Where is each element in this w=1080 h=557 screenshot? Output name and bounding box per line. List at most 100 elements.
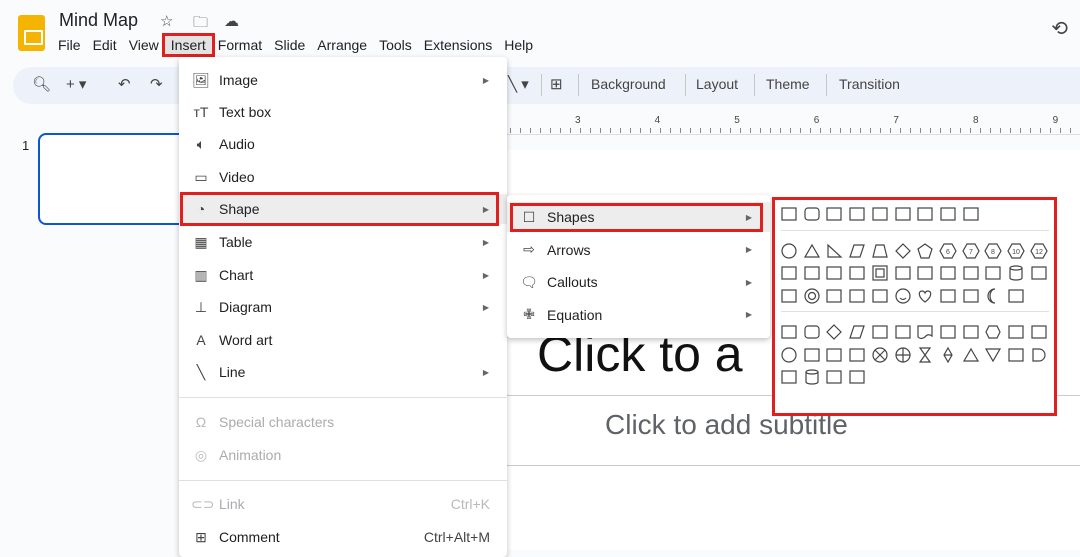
shape-triangle-icon[interactable] — [803, 242, 821, 260]
submenu-callouts[interactable]: 🗨︎ Callouts ▶ — [507, 267, 770, 297]
shape-foldedcorner-icon[interactable] — [871, 287, 889, 305]
document-title[interactable]: Mind Map — [59, 10, 138, 31]
menu-insert[interactable]: Insert — [161, 33, 215, 57]
shape-sumjunction-icon[interactable] — [871, 346, 889, 364]
undo-icon[interactable]: ↶ — [118, 75, 131, 93]
insert-menu-word-art[interactable]: A Word art — [179, 325, 507, 355]
shape-donut-icon[interactable] — [803, 287, 821, 305]
shape-triangle-icon[interactable] — [962, 346, 980, 364]
shape-multidoc-icon[interactable] — [939, 323, 957, 341]
shape-offpage-icon[interactable] — [803, 346, 821, 364]
insert-menu-diagram[interactable]: ⊥ Diagram ▶ — [179, 292, 507, 322]
search-icon[interactable]: 🔍︎ — [32, 75, 51, 93]
shape-cube-icon[interactable] — [1030, 264, 1048, 282]
submenu-equation[interactable]: ✙ Equation ▶ — [507, 300, 770, 330]
shape-hep7-icon[interactable]: 7 — [961, 242, 980, 260]
shape-invtriangle-icon[interactable] — [984, 346, 1002, 364]
shape-storeddata-icon[interactable] — [1007, 346, 1025, 364]
shape-ellipse-icon[interactable] — [780, 242, 798, 260]
insert-menu-audio[interactable]: 🔈︎ Audio — [179, 129, 507, 159]
background-button[interactable]: Background — [591, 76, 666, 92]
shape-bevel-icon[interactable] — [780, 287, 798, 305]
menu-tools[interactable]: Tools — [373, 36, 418, 54]
shape-chord-icon[interactable] — [848, 264, 866, 282]
shape-heart-icon[interactable] — [916, 287, 934, 305]
shape-plus-icon[interactable] — [962, 264, 980, 282]
shape-hex6-icon[interactable]: 6 — [939, 242, 957, 260]
shape-can-icon[interactable] — [803, 368, 821, 386]
shape-arc-icon[interactable] — [803, 264, 821, 282]
shape-round2-icon[interactable] — [894, 205, 912, 223]
shape-snip1-icon[interactable] — [825, 205, 843, 223]
shape-diamond-icon[interactable] — [894, 242, 912, 260]
add-comment-icon[interactable]: ⊞ — [550, 75, 563, 93]
transition-button[interactable]: Transition — [839, 76, 900, 92]
shape-round-icon[interactable] — [803, 205, 821, 223]
shape-diamond-icon[interactable] — [825, 323, 843, 341]
insert-menu-line[interactable]: ╲ Line ▶ — [179, 357, 507, 387]
shape-smiley-icon[interactable] — [894, 287, 912, 305]
shape-terminator-icon[interactable] — [962, 323, 980, 341]
shape-display-icon[interactable] — [848, 368, 866, 386]
insert-menu-chart[interactable]: ▥ Chart ▶ — [179, 260, 507, 290]
shape-sort-icon[interactable] — [939, 346, 957, 364]
menu-view[interactable]: View — [123, 36, 165, 54]
shape-manualop-icon[interactable] — [1030, 323, 1048, 341]
submenu-arrows[interactable]: ⇨ Arrows ▶ — [507, 235, 770, 265]
shape-round-icon[interactable] — [803, 323, 821, 341]
menu-slide[interactable]: Slide — [268, 36, 311, 54]
shape-card-icon[interactable] — [825, 346, 843, 364]
menu-edit[interactable]: Edit — [87, 36, 123, 54]
shape-manualinput-icon[interactable] — [1007, 323, 1025, 341]
cloud-saved-icon[interactable]: ☁ — [224, 12, 239, 30]
layout-button[interactable]: Layout — [696, 76, 738, 92]
insert-menu-video[interactable]: ▭ Video — [179, 162, 507, 192]
shape-blockarc-icon[interactable] — [848, 287, 866, 305]
move-to-folder-icon[interactable]: 🗀 — [193, 12, 208, 37]
shape-nosymbol-icon[interactable] — [825, 287, 843, 305]
menu-file[interactable]: File — [52, 36, 87, 54]
shape-snipround-icon[interactable] — [916, 205, 934, 223]
shape-snipdiag-icon[interactable] — [871, 205, 889, 223]
shape-rtriangle-icon[interactable] — [825, 242, 843, 260]
shape-parallelogram-icon[interactable] — [848, 242, 866, 260]
shape-diagstripe-icon[interactable] — [939, 264, 957, 282]
shape-rect-icon[interactable] — [780, 323, 798, 341]
shape-frame-icon[interactable] — [871, 264, 889, 282]
history-icon[interactable]: ⟲ — [1051, 16, 1068, 41]
shape-sun-icon[interactable] — [962, 287, 980, 305]
shape-dec10-icon[interactable]: 10 — [1007, 242, 1025, 260]
shape-snip2-icon[interactable] — [848, 205, 866, 223]
shape-rounddiag-icon[interactable] — [962, 205, 980, 223]
shape-rect-icon[interactable] — [780, 205, 798, 223]
horizontal-ruler[interactable] — [507, 113, 1080, 135]
line-tool-icon[interactable]: ╲ ▾ — [508, 75, 529, 93]
shape-cloud-icon[interactable] — [1007, 287, 1025, 305]
shape-lightning-icon[interactable] — [939, 287, 957, 305]
insert-menu-link[interactable]: ⊂⊃ Link Ctrl+K — [179, 489, 507, 519]
shape-lshape-icon[interactable] — [916, 264, 934, 282]
shape-or-icon[interactable] — [894, 346, 912, 364]
shape-trapezoid-icon[interactable] — [871, 242, 889, 260]
insert-menu-text-box[interactable]: ᴛT Text box — [179, 97, 507, 127]
menu-arrange[interactable]: Arrange — [311, 36, 373, 54]
shape-can-icon[interactable] — [1007, 264, 1025, 282]
insert-menu-animation[interactable]: ◎ Animation — [179, 440, 507, 470]
insert-menu-image[interactable]: 🖼︎ Image ▶ — [179, 65, 507, 95]
shape-internal-icon[interactable] — [894, 323, 912, 341]
shape-moon-icon[interactable] — [984, 287, 1002, 305]
shape-pie-icon[interactable] — [780, 264, 798, 282]
shape-teardrop-icon[interactable] — [825, 264, 843, 282]
shape-delay-icon[interactable] — [1030, 346, 1048, 364]
insert-menu-shape[interactable]: ◔ Shape ▶ — [179, 194, 507, 224]
insert-menu-table[interactable]: ▦ Table ▶ — [179, 227, 507, 257]
shape-ellipse-icon[interactable] — [780, 346, 798, 364]
menu-extensions[interactable]: Extensions — [418, 36, 498, 54]
shape-dodec12-icon[interactable]: 12 — [1029, 242, 1048, 260]
menu-format[interactable]: Format — [212, 36, 268, 54]
shape-hexagon-icon[interactable] — [984, 323, 1002, 341]
shape-octagonplus-icon[interactable] — [984, 264, 1002, 282]
shape-tape-icon[interactable] — [848, 346, 866, 364]
shape-halfframe-icon[interactable] — [894, 264, 912, 282]
shape-directaccess-icon[interactable] — [825, 368, 843, 386]
